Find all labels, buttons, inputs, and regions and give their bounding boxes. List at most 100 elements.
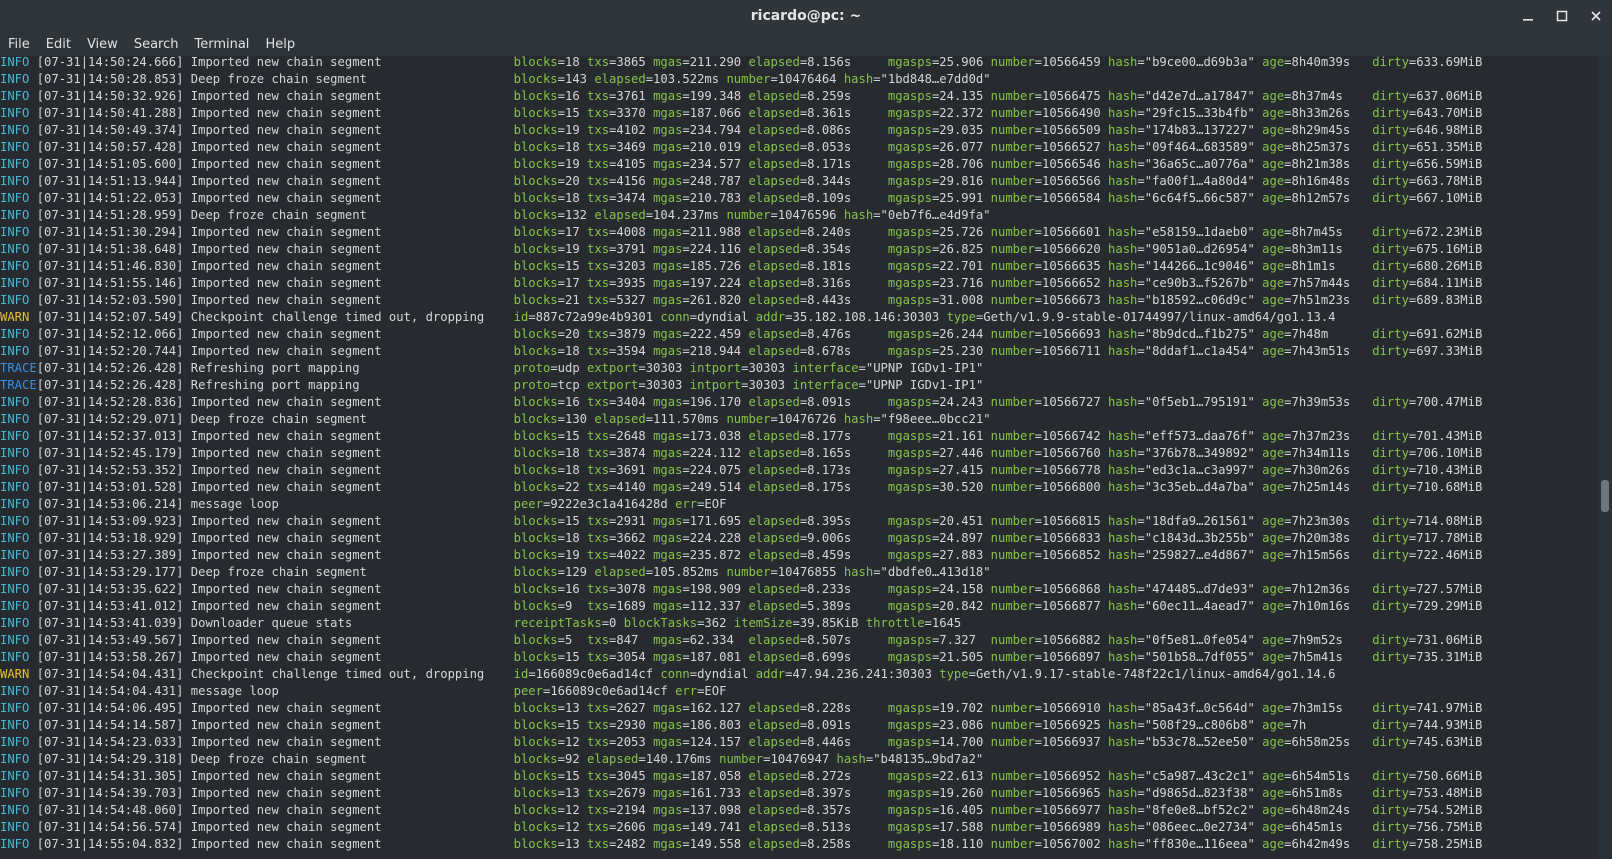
field-value: =10566815 <box>1034 514 1109 528</box>
field-value: =2627 <box>609 701 654 715</box>
field-key: dirty <box>1372 242 1409 256</box>
field-key: mgas <box>653 89 683 103</box>
field-key: number <box>719 752 764 766</box>
field-key: mgas <box>653 259 683 273</box>
field-value: =8.091s <box>799 718 888 732</box>
menu-view[interactable]: View <box>79 37 126 52</box>
menu-file[interactable]: File <box>0 37 38 52</box>
log-level: INFO <box>0 480 37 494</box>
field-key: dirty <box>1372 599 1409 613</box>
scrollbar[interactable] <box>1598 56 1612 859</box>
field-key: number <box>990 191 1035 205</box>
field-value: =1645 <box>924 616 969 630</box>
window-controls <box>1510 0 1612 32</box>
field-key: dirty <box>1372 140 1409 154</box>
field-value: =8.459s <box>799 548 888 562</box>
field-value: =udp <box>550 361 587 375</box>
log-level: INFO <box>0 701 37 715</box>
field-value: =3078 <box>609 582 654 596</box>
field-key: txs <box>587 718 610 732</box>
log-level: INFO <box>0 548 37 562</box>
field-value: =10566897 <box>1034 650 1109 664</box>
field-key: dirty <box>1372 803 1409 817</box>
log-level: INFO <box>0 157 37 171</box>
log-message: [07-31|14:51:38.648] Imported new chain … <box>36 242 514 256</box>
field-key: elapsed <box>748 820 800 834</box>
field-value: ="9051a0…d26954" <box>1137 242 1263 256</box>
field-key: blocks <box>513 769 558 783</box>
field-value: =10566925 <box>1034 718 1109 732</box>
field-value: =10566711 <box>1034 344 1109 358</box>
log-line: INFO [07-31|14:52:20.744] Imported new c… <box>0 343 1598 360</box>
field-key: mgasps <box>887 395 932 409</box>
field-value: =248.787 <box>682 174 749 188</box>
field-value: =112.337 <box>682 599 749 613</box>
field-value: =234.577 <box>682 157 749 171</box>
field-value: =10476464 <box>770 72 844 86</box>
field-value: =13 <box>557 837 588 851</box>
field-key: hash <box>1108 718 1138 732</box>
field-value: =731.06MiB <box>1408 633 1490 647</box>
field-value: =7h34m11s <box>1284 446 1373 460</box>
field-value: ="ff830e…116eea" <box>1137 837 1263 851</box>
field-value: =8h33m26s <box>1284 106 1373 120</box>
field-value: =4105 <box>609 157 654 171</box>
menu-help[interactable]: Help <box>257 37 303 52</box>
field-value: =2648 <box>609 429 654 443</box>
field-key: elapsed <box>748 327 800 341</box>
field-value: ="259827…e4d867" <box>1137 548 1263 562</box>
minimize-icon[interactable] <box>1512 0 1544 32</box>
field-value: =224.116 <box>682 242 749 256</box>
field-value: =735.31MiB <box>1408 650 1490 664</box>
scrollbar-thumb[interactable] <box>1601 480 1609 512</box>
menu-search[interactable]: Search <box>126 37 187 52</box>
field-key: conn <box>660 667 690 681</box>
field-key: elapsed <box>748 276 800 290</box>
field-key: mgas <box>653 191 683 205</box>
log-message: [07-31|14:52:45.179] Imported new chain … <box>36 446 514 460</box>
field-value: =92 <box>557 752 588 766</box>
field-key: blocks <box>513 531 558 545</box>
close-icon[interactable] <box>1580 0 1612 32</box>
log-line: INFO [07-31|14:52:03.590] Imported new c… <box>0 292 1598 309</box>
field-value: =29.035 <box>931 123 991 137</box>
field-value: =714.08MiB <box>1408 514 1490 528</box>
log-level: INFO <box>0 225 37 239</box>
field-value: =8h29m45s <box>1284 123 1373 137</box>
log-line: INFO [07-31|14:50:49.374] Imported new c… <box>0 122 1598 139</box>
terminal-output[interactable]: INFO [07-31|14:50:24.666] Imported new c… <box>0 56 1598 859</box>
log-level: INFO <box>0 633 37 647</box>
field-value: =710.68MiB <box>1408 480 1490 494</box>
field-value: =196.170 <box>682 395 749 409</box>
field-key: age <box>1262 327 1285 341</box>
field-value: =21 <box>557 293 588 307</box>
field-value: =729.29MiB <box>1408 599 1490 613</box>
field-key: dirty <box>1372 531 1409 545</box>
field-value: =6h42m49s <box>1284 837 1373 851</box>
field-value: =10566977 <box>1034 803 1109 817</box>
log-message: [07-31|14:52:29.071] Deep froze chain se… <box>36 412 514 426</box>
menu-edit[interactable]: Edit <box>38 37 79 52</box>
field-key: hash <box>1108 701 1138 715</box>
field-value: =8.361s <box>799 106 888 120</box>
field-key: dirty <box>1372 259 1409 273</box>
field-key: number <box>990 820 1035 834</box>
field-value: =8.344s <box>799 174 888 188</box>
log-level: INFO <box>0 650 37 664</box>
field-value: =15 <box>557 429 588 443</box>
menu-terminal[interactable]: Terminal <box>186 37 257 52</box>
field-value: =10566800 <box>1034 480 1109 494</box>
field-value: =210.019 <box>682 140 749 154</box>
field-key: age <box>1262 701 1285 715</box>
field-value: =16 <box>557 89 588 103</box>
log-level: INFO <box>0 140 37 154</box>
field-key: mgasps <box>887 89 932 103</box>
field-key: age <box>1262 429 1285 443</box>
field-value: =710.43MiB <box>1408 463 1490 477</box>
log-message: [07-31|14:52:07.549] Checkpoint challeng… <box>36 310 514 324</box>
maximize-icon[interactable] <box>1546 0 1578 32</box>
field-value: =10566833 <box>1034 531 1109 545</box>
field-key: elapsed <box>594 208 646 222</box>
field-key: txs <box>587 140 610 154</box>
log-line: INFO [07-31|14:52:28.836] Imported new c… <box>0 394 1598 411</box>
